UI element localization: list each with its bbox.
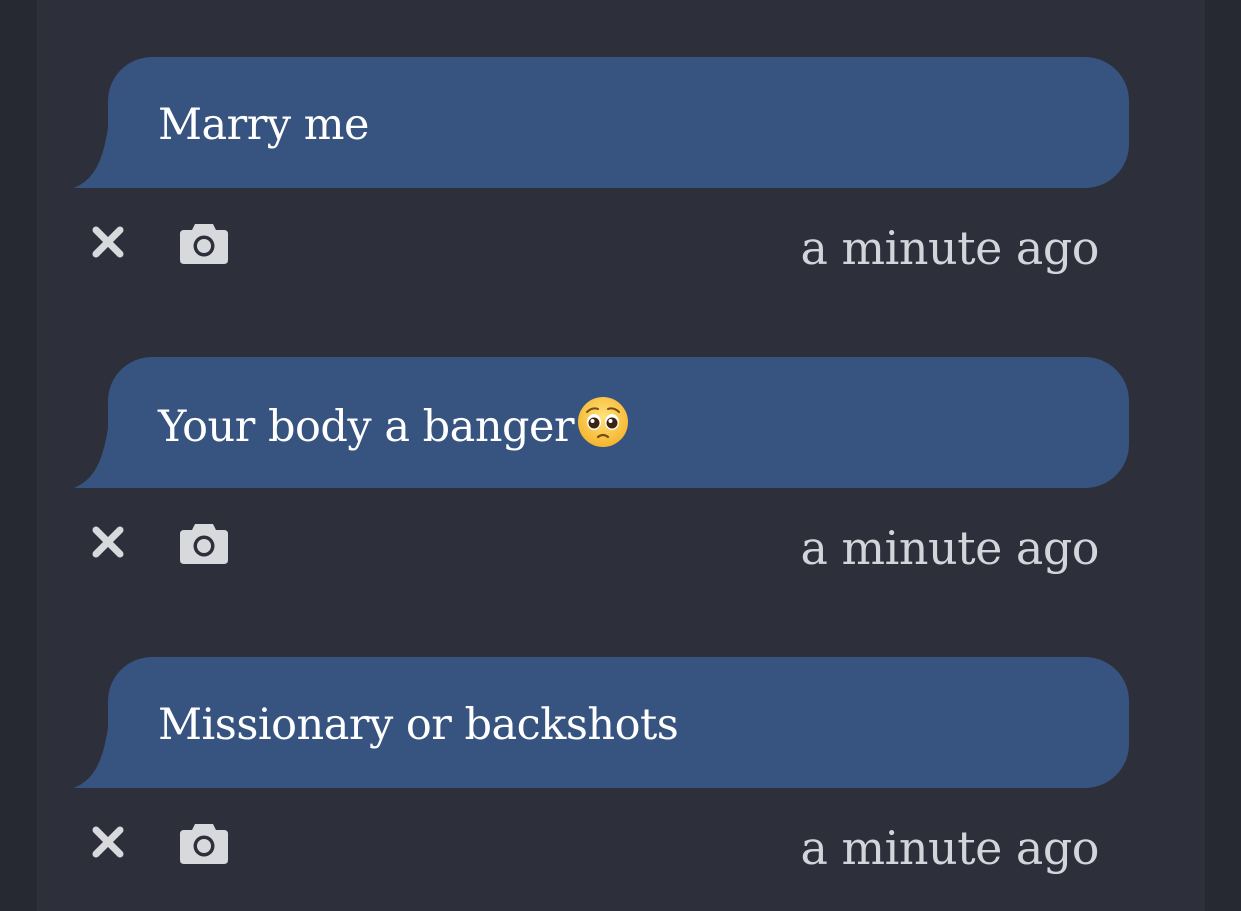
pleading-face-emoji-icon	[578, 397, 629, 447]
message-timestamp: a minute ago	[800, 821, 1099, 875]
delete-message-button[interactable]	[86, 220, 130, 264]
message-item: Missionary or backshots a minute ago	[0, 600, 1241, 900]
message-item: Marry me a minute ago	[0, 0, 1241, 300]
camera-icon	[180, 224, 228, 264]
camera-icon	[180, 824, 228, 864]
delete-message-button[interactable]	[86, 820, 130, 864]
screenshot-message-button[interactable]	[176, 216, 232, 268]
message-item: Your body a banger a minute ago	[0, 300, 1241, 600]
close-icon	[92, 526, 124, 558]
message-bubble[interactable]: Marry me	[108, 57, 1129, 188]
close-icon	[92, 826, 124, 858]
camera-icon	[180, 524, 228, 564]
delete-message-button[interactable]	[86, 520, 130, 564]
message-text: Missionary or backshots	[158, 700, 679, 750]
message-text: Your body a banger	[158, 395, 630, 457]
message-timestamp: a minute ago	[800, 521, 1099, 575]
message-bubble[interactable]: Missionary or backshots	[108, 657, 1129, 788]
message-text: Marry me	[158, 100, 369, 150]
message-timestamp: a minute ago	[800, 221, 1099, 275]
close-icon	[92, 226, 124, 258]
message-bubble[interactable]: Your body a banger	[108, 357, 1129, 488]
screenshot-message-button[interactable]	[176, 816, 232, 868]
screenshot-message-button[interactable]	[176, 516, 232, 568]
